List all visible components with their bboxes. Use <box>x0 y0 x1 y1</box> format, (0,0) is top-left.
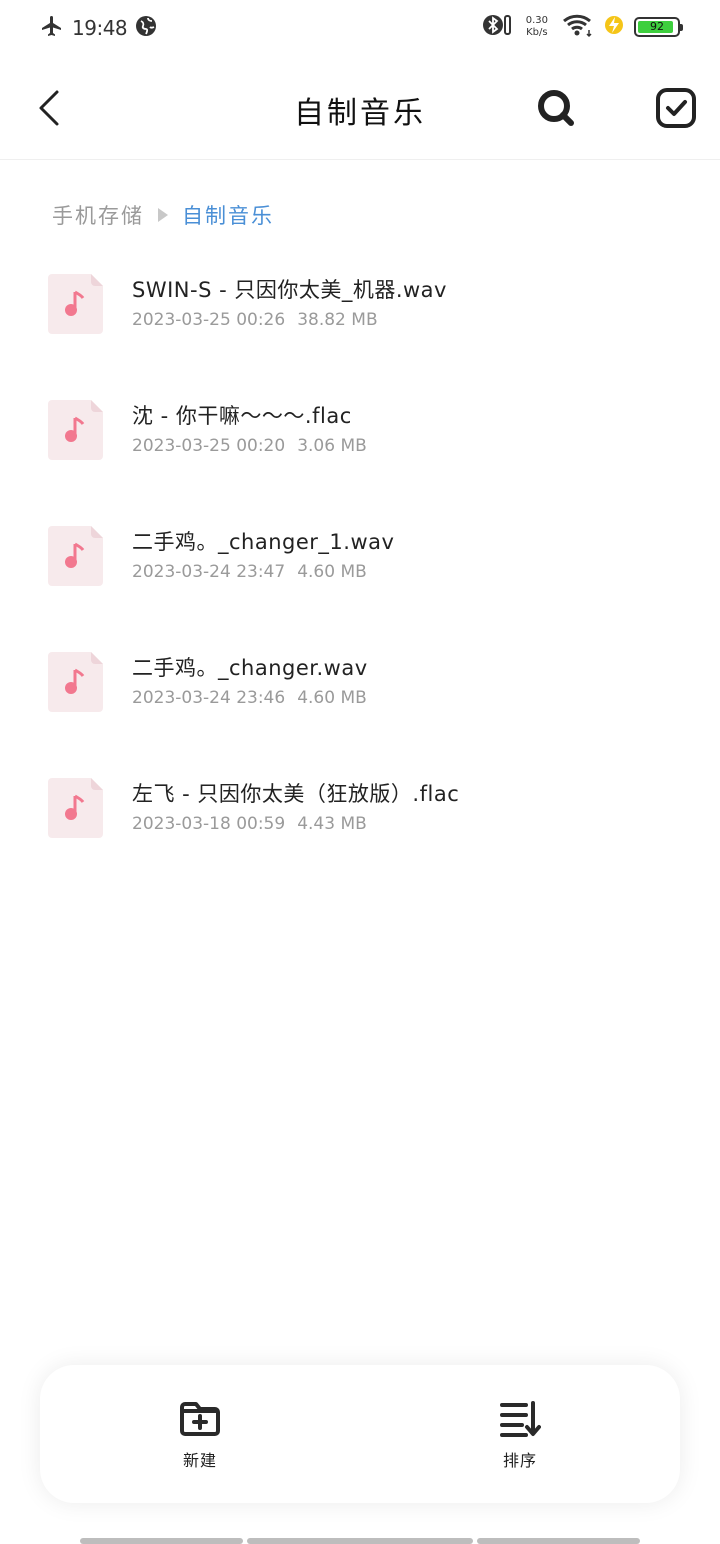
search-icon <box>538 90 574 126</box>
bluetooth-icon <box>482 12 512 42</box>
airplane-mode-icon <box>40 14 64 42</box>
page-title: 自制音乐 <box>294 96 426 131</box>
file-item[interactable]: 左飞 - 只因你太美（狂放版）.flac 2023-03-18 00:59 4.4… <box>0 758 720 884</box>
breadcrumb: 手机存储 自制音乐 <box>52 200 274 230</box>
vpn-globe-icon <box>135 15 157 41</box>
multi-select-button[interactable] <box>654 86 698 130</box>
sort-button[interactable]: 排序 <box>460 1401 580 1471</box>
file-meta: 2023-03-25 00:20 3.06 MB <box>132 436 367 456</box>
music-file-icon <box>48 778 103 838</box>
status-bar: 19:48 0.30 Kb/s 92 <box>0 0 720 56</box>
new-folder-button[interactable]: 新建 <box>140 1401 260 1471</box>
status-left: 19:48 <box>40 14 157 42</box>
music-file-icon <box>48 526 103 586</box>
file-name: 二手鸡。_changer_1.wav <box>132 530 395 554</box>
file-size: 38.82 MB <box>297 310 378 330</box>
file-item[interactable]: SWIN-S - 只因你太美_机器.wav 2023-03-25 00:26 38… <box>0 254 720 380</box>
file-meta: 2023-03-18 00:59 4.43 MB <box>132 814 367 834</box>
file-date: 2023-03-25 00:20 <box>132 436 286 456</box>
file-meta: 2023-03-24 23:46 4.60 MB <box>132 688 367 708</box>
wifi-icon <box>562 12 594 42</box>
network-speed-unit: Kb/s <box>526 27 548 38</box>
file-date: 2023-03-25 00:26 <box>132 310 286 330</box>
file-date: 2023-03-24 23:46 <box>132 688 286 708</box>
file-item[interactable]: 沈 - 你干嘛～～～.flac 2023-03-25 00:20 3.06 MB <box>0 380 720 506</box>
breadcrumb-root[interactable]: 手机存储 <box>52 200 144 230</box>
status-time: 19:48 <box>72 16 128 40</box>
file-meta: 2023-03-25 00:26 38.82 MB <box>132 310 378 330</box>
charging-icon <box>604 14 624 40</box>
file-manager-screen: 19:48 0.30 Kb/s 92 自制音乐 手机存储 自制音乐 SWIN-S… <box>0 0 720 1544</box>
file-name: 左飞 - 只因你太美（狂放版）.flac <box>132 782 460 806</box>
new-folder-icon <box>180 1402 220 1436</box>
breadcrumb-separator-icon <box>158 208 168 222</box>
file-size: 3.06 MB <box>297 436 367 456</box>
nav-indicator-segment <box>247 1538 473 1544</box>
bottom-toolbar: 新建 排序 <box>40 1365 680 1503</box>
battery-indicator: 92 <box>634 17 683 37</box>
file-size: 4.60 MB <box>297 688 367 708</box>
status-right: 0.30 Kb/s 92 <box>482 12 683 42</box>
file-date: 2023-03-24 23:47 <box>132 562 286 582</box>
file-name: SWIN-S - 只因你太美_机器.wav <box>132 278 447 302</box>
file-date: 2023-03-18 00:59 <box>132 814 286 834</box>
file-name: 沈 - 你干嘛～～～.flac <box>132 404 352 428</box>
network-speed: 0.30 Kb/s <box>526 15 548 39</box>
network-speed-value: 0.30 <box>525 15 548 26</box>
checkbox-icon <box>656 88 696 128</box>
top-app-bar: 自制音乐 <box>0 56 720 160</box>
breadcrumb-current: 自制音乐 <box>182 204 274 228</box>
new-label: 新建 <box>182 1451 217 1470</box>
file-meta: 2023-03-24 23:47 4.60 MB <box>132 562 367 582</box>
file-size: 4.43 MB <box>297 814 367 834</box>
file-item[interactable]: 二手鸡。_changer.wav 2023-03-24 23:46 4.60 MB <box>0 632 720 758</box>
file-size: 4.60 MB <box>297 562 367 582</box>
nav-indicator-segment <box>477 1538 640 1544</box>
file-item[interactable]: 二手鸡。_changer_1.wav 2023-03-24 23:47 4.60 … <box>0 506 720 632</box>
music-file-icon <box>48 652 103 712</box>
battery-percent: 92 <box>650 20 664 33</box>
nav-indicator-segment <box>80 1538 243 1544</box>
file-list: SWIN-S - 只因你太美_机器.wav 2023-03-25 00:26 38… <box>0 254 720 884</box>
sort-label: 排序 <box>502 1451 537 1470</box>
search-button[interactable] <box>534 86 578 130</box>
music-file-icon <box>48 400 103 460</box>
sort-icon <box>500 1401 541 1437</box>
file-name: 二手鸡。_changer.wav <box>132 656 368 680</box>
music-file-icon <box>48 274 103 334</box>
